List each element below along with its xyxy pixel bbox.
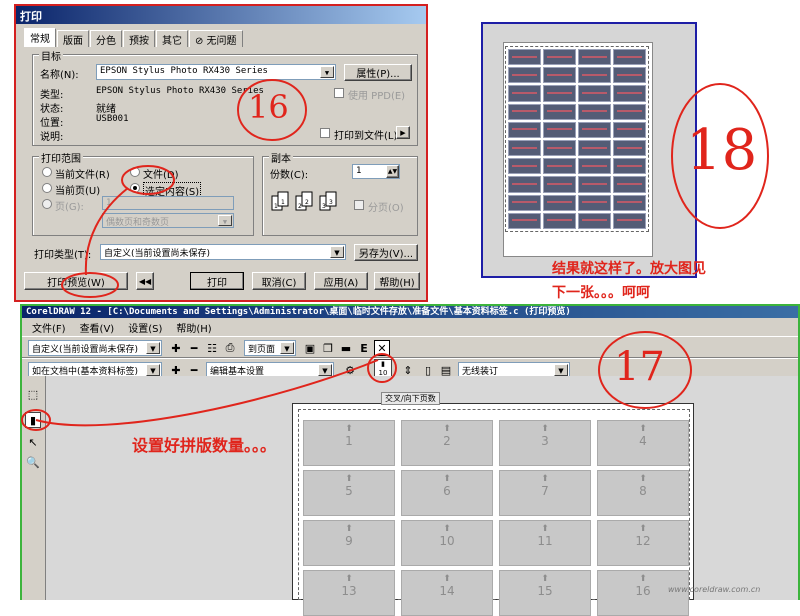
annotation-circle-selection (121, 165, 175, 195)
annotation-circle-preview-button (61, 272, 119, 298)
annotation-result-line1: 结果就这样了。放大图见 (552, 261, 706, 277)
annotation-16: 16 (248, 88, 289, 126)
annotation-arrow-path (35, 359, 379, 427)
annotation-17: 17 (614, 344, 665, 390)
annotation-18: 18 (686, 118, 758, 183)
annotation-arrow-path (84, 187, 129, 276)
annotation-set-layout: 设置好拼版数量。。。 (132, 436, 277, 455)
annotation-circle-count (367, 353, 397, 383)
annotation-overlay (21, 79, 769, 431)
annotation-result-line2: 下一张。。。呵呵 (552, 285, 650, 301)
